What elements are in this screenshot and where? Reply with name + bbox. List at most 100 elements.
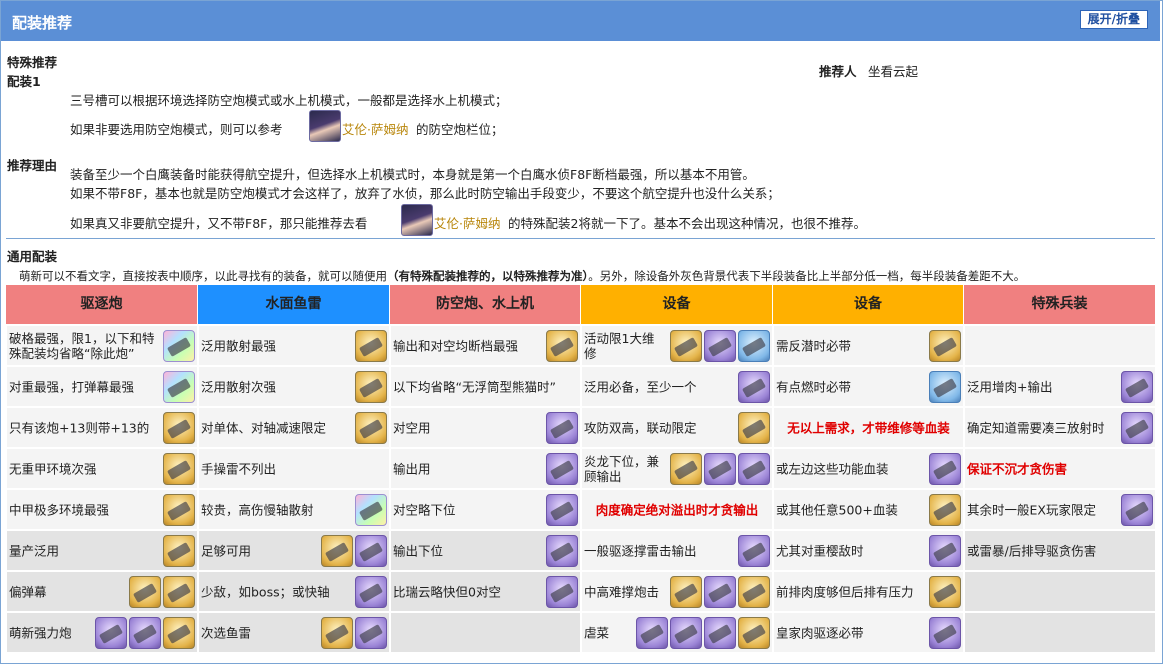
equipment-icon[interactable]: [1121, 412, 1153, 444]
equipment-icon[interactable]: [738, 412, 770, 444]
equipment-icon[interactable]: [704, 617, 736, 649]
expand-collapse-button[interactable]: 展开/折叠: [1079, 10, 1148, 29]
cell-text: 破格最强，限1，以下和特殊配装均省略“除此炮”: [9, 330, 155, 361]
equipment-icon[interactable]: [738, 535, 770, 567]
cell-text: 输出下位: [393, 543, 444, 558]
allen-sumner-avatar-icon-2[interactable]: [401, 204, 433, 236]
cell-text: 对空用: [393, 420, 431, 435]
equipment-icon[interactable]: [163, 617, 195, 649]
cell-text: 偏弹幕: [9, 584, 47, 599]
equipment-icon[interactable]: [355, 535, 387, 567]
equipment-icon[interactable]: [163, 576, 195, 608]
panel-header: 配装推荐 展开/折叠: [1, 1, 1160, 41]
table-cell: 中高难撑炮击: [581, 571, 773, 612]
equipment-icon[interactable]: [546, 330, 578, 362]
table-cell: 次选鱼雷: [198, 612, 390, 653]
table-cell: [390, 612, 581, 653]
table-cell: 肉度确定绝对溢出时才贪输出: [581, 489, 773, 530]
equipment-icon[interactable]: [738, 371, 770, 403]
equipment-icon[interactable]: [636, 617, 668, 649]
equipment-icon[interactable]: [546, 535, 578, 567]
equipment-icon[interactable]: [738, 453, 770, 485]
equipment-icon[interactable]: [929, 535, 961, 567]
equipment-icon[interactable]: [321, 535, 353, 567]
table-cell: 对空用: [390, 407, 581, 448]
cell-text: 比瑞云略快但0对空: [393, 584, 501, 599]
table-cell: 破格最强，限1，以下和特殊配装均省略“除此炮”: [6, 325, 198, 366]
equipment-icon[interactable]: [163, 494, 195, 526]
equipment-icon[interactable]: [546, 576, 578, 608]
table-cell: 泛用散射次强: [198, 366, 390, 407]
equipment-icon[interactable]: [321, 617, 353, 649]
equipment-icon[interactable]: [163, 371, 195, 403]
cell-text: 尤其对重樱敌时: [776, 543, 864, 558]
equipment-icon[interactable]: [355, 330, 387, 362]
reason-line-3-pre: 如果真又非要航空提升，又不带F8F，那只能推荐去看: [70, 216, 368, 231]
equipment-icon[interactable]: [670, 330, 702, 362]
equipment-icon[interactable]: [355, 494, 387, 526]
table-cell: [964, 612, 1156, 653]
allen-sumner-avatar-icon[interactable]: [309, 110, 341, 142]
reason-line-1: 装备至少一个白鹰装备时能获得航空提升，但选择水上机模式时，本身就是第一个白鹰水侦…: [70, 167, 755, 182]
equipment-icon[interactable]: [355, 412, 387, 444]
general-title: 通用配装: [7, 249, 58, 264]
equipment-icon[interactable]: [670, 576, 702, 608]
cell-text: 泛用增肉+输出: [967, 379, 1053, 394]
table-cell: 输出和对空均断档最强: [390, 325, 581, 366]
equipment-icon[interactable]: [355, 371, 387, 403]
table-cell: 前排肉度够但后排有压力: [773, 571, 964, 612]
equipment-icon[interactable]: [670, 453, 702, 485]
equipment-icon[interactable]: [929, 371, 961, 403]
cell-text: 手操雷不列出: [201, 461, 277, 476]
equipment-icon[interactable]: [129, 576, 161, 608]
equipment-icon[interactable]: [546, 494, 578, 526]
equipment-icon[interactable]: [163, 412, 195, 444]
cell-text: 泛用必备，至少一个: [584, 379, 697, 394]
equipment-icon[interactable]: [929, 576, 961, 608]
equipment-icon[interactable]: [704, 576, 736, 608]
table-cell: 有点燃时必带: [773, 366, 964, 407]
equipment-icon[interactable]: [929, 453, 961, 485]
cell-text: 只有该炮+13则带+13的: [9, 420, 150, 435]
equipment-icon[interactable]: [355, 617, 387, 649]
equipment-icon[interactable]: [738, 617, 770, 649]
table-cell: 量产泛用: [6, 530, 198, 571]
equipment-icon[interactable]: [929, 494, 961, 526]
equipment-icon[interactable]: [704, 330, 736, 362]
section-divider: [6, 238, 1155, 239]
equipment-icon[interactable]: [1121, 371, 1153, 403]
cell-text: 前排肉度够但后排有压力: [776, 584, 914, 599]
table-cell: 输出下位: [390, 530, 581, 571]
cell-text: 肉度确定绝对溢出时才贪输出: [595, 502, 759, 517]
table-cell: [964, 325, 1156, 366]
equipment-icon[interactable]: [929, 330, 961, 362]
table-cell: 泛用增肉+输出: [964, 366, 1156, 407]
equipment-icon[interactable]: [355, 576, 387, 608]
equipment-icon[interactable]: [163, 535, 195, 567]
cell-text: 量产泛用: [9, 543, 60, 558]
equipment-icon[interactable]: [163, 330, 195, 362]
table-cell: 对重最强，打弹幕最强: [6, 366, 198, 407]
equipment-icon[interactable]: [163, 453, 195, 485]
reason-line-2: 如果不带F8F，基本也就是防空炮模式才会这样了，放弃了水侦，那么此时防空输出手段…: [70, 186, 780, 201]
table-cell: 少敌，如boss；或快轴: [198, 571, 390, 612]
equipment-icon[interactable]: [738, 330, 770, 362]
cell-text: 泛用散射最强: [201, 338, 277, 353]
equipment-icon[interactable]: [704, 453, 736, 485]
equipment-icon[interactable]: [546, 412, 578, 444]
table-cell: 萌新强力炮: [6, 612, 198, 653]
cell-text: 确定知道需要凑三放射时: [967, 420, 1105, 435]
equipment-icon[interactable]: [738, 576, 770, 608]
equipment-icon[interactable]: [95, 617, 127, 649]
cell-text: 萌新强力炮: [9, 625, 72, 640]
table-cell: 活动限1大维修: [581, 325, 773, 366]
equipment-icon[interactable]: [546, 453, 578, 485]
table-cell: 对空略下位: [390, 489, 581, 530]
allen-sumner-link[interactable]: 艾伦·萨姆纳: [342, 119, 408, 138]
equipment-icon[interactable]: [1121, 494, 1153, 526]
equipment-icon[interactable]: [929, 617, 961, 649]
allen-sumner-link-2[interactable]: 艾伦·萨姆纳: [434, 213, 500, 232]
equipment-icon[interactable]: [670, 617, 702, 649]
cell-text: 活动限1大维修: [584, 330, 655, 361]
equipment-icon[interactable]: [129, 617, 161, 649]
